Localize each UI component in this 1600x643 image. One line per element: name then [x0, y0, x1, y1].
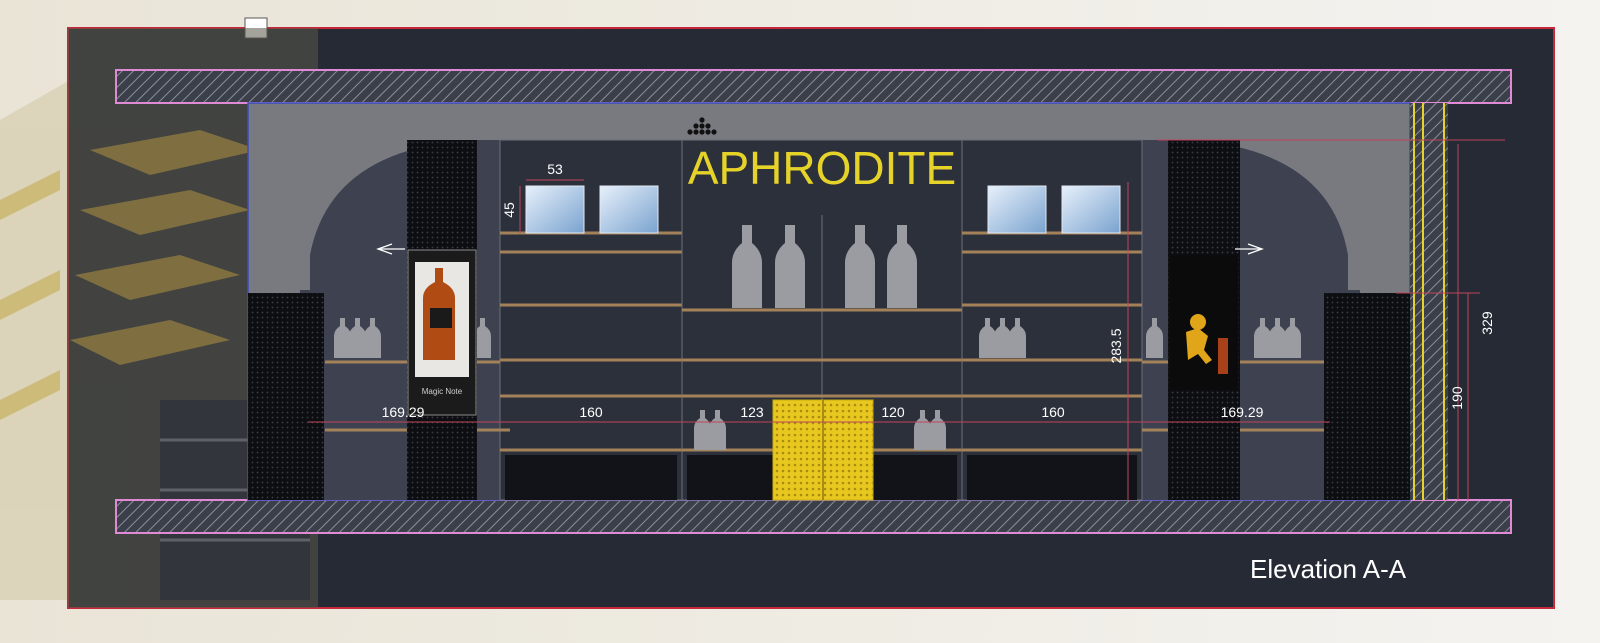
dim-bottom-3: 123	[740, 404, 764, 420]
staircase-render-backdrop	[0, 80, 70, 600]
poster-left-caption: Magic Note	[422, 387, 463, 396]
dim-right-lower: 190	[1449, 386, 1465, 410]
dim-bottom-6: 169.29	[1221, 404, 1264, 420]
dim-tile-width: 53	[547, 161, 563, 177]
elevation-drawing: APHRODITE Magic Note 53 45 169.29 160 12…	[0, 0, 1600, 643]
ceiling-slab	[115, 69, 1512, 104]
dim-bottom-4: 120	[881, 404, 905, 420]
dim-shelf-height: 283.5	[1108, 328, 1124, 363]
dim-bottom-1: 169.29	[382, 404, 425, 420]
right-wall-column	[1410, 103, 1448, 500]
dim-bottom-5: 160	[1041, 404, 1065, 420]
floor-slab	[115, 499, 1512, 534]
poster-left: Magic Note	[407, 249, 477, 416]
sign-text: APHRODITE	[688, 142, 956, 194]
drawing-title: Elevation A-A	[1250, 554, 1407, 584]
dim-tile-height: 45	[501, 202, 517, 218]
dim-right-total: 329	[1479, 311, 1495, 335]
poster-right	[1170, 255, 1238, 390]
dim-bottom-2: 160	[579, 404, 603, 420]
